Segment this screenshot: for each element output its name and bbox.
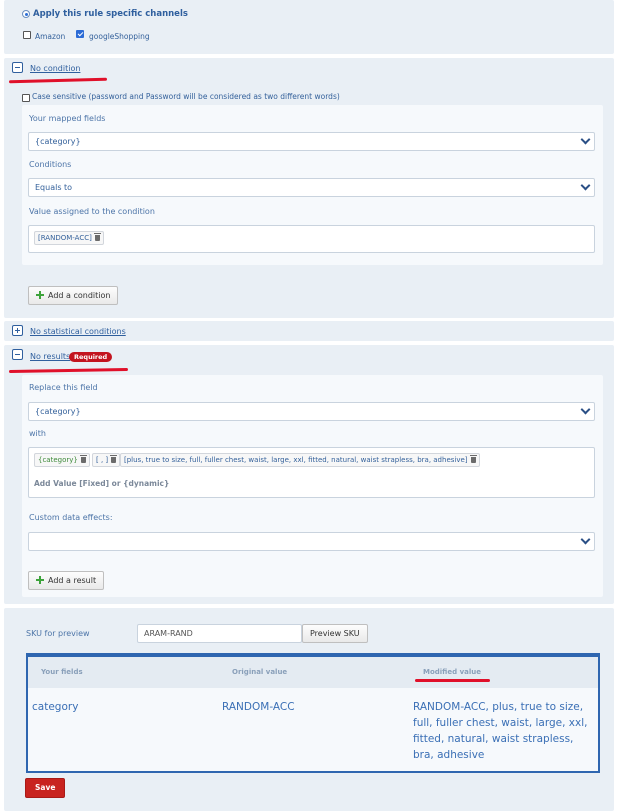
add-result-label: Add a result xyxy=(48,576,97,585)
trash-icon[interactable] xyxy=(110,455,118,463)
result-tag-separator-text: [ , ] xyxy=(96,456,109,464)
with-label: with xyxy=(29,429,46,438)
row-modified: RANDOM-ACC, plus, true to size, full, fu… xyxy=(413,701,588,761)
chevron-down-icon xyxy=(576,403,594,420)
results-fields-box: Replace this field {category} with {cate… xyxy=(22,375,603,597)
row-original: RANDOM-ACC xyxy=(222,701,295,713)
replace-field-value: {category} xyxy=(35,407,81,416)
save-button[interactable]: Save xyxy=(25,778,66,798)
collapse-results-icon[interactable] xyxy=(12,349,23,360)
condition-value-input[interactable]: [RANDOM-ACC] xyxy=(28,225,595,253)
apply-channels-radio[interactable] xyxy=(22,10,30,18)
googleshopping-label: googleShopping xyxy=(89,32,150,41)
add-value-placeholder[interactable]: Add Value [Fixed] or {dynamic} xyxy=(34,479,169,488)
sku-input-value: ARAM-RAND xyxy=(144,629,193,638)
preview-sku-button[interactable]: Preview SKU xyxy=(302,624,368,643)
modified-underline xyxy=(415,679,490,682)
chevron-down-icon xyxy=(576,533,594,550)
preview-table: Your fields Original value Modified valu… xyxy=(26,653,600,773)
preview-sku-label: Preview SKU xyxy=(310,629,360,638)
no-condition-toggle[interactable]: No condition xyxy=(30,64,80,73)
condition-operator-select[interactable]: Equals to xyxy=(28,178,595,197)
amazon-checkbox[interactable] xyxy=(23,31,31,39)
col-your-fields: Your fields xyxy=(41,668,83,676)
chevron-down-icon xyxy=(576,133,594,150)
value-tag-text: [RANDOM-ACC] xyxy=(38,234,92,242)
value-tag[interactable]: [RANDOM-ACC] xyxy=(34,231,104,245)
trash-icon[interactable] xyxy=(469,455,477,463)
col-original-value: Original value xyxy=(232,668,288,676)
no-statistical-toggle[interactable]: No statistical conditions xyxy=(30,327,126,336)
value-assigned-label: Value assigned to the condition xyxy=(29,207,155,216)
apply-channels-label: Apply this rule specific channels xyxy=(33,9,188,19)
result-tag-category[interactable]: {category} xyxy=(34,453,90,467)
result-value-input[interactable]: {category} [ , ] [plus, true to size, fu… xyxy=(28,447,595,498)
mapped-field-value: {category} xyxy=(35,137,81,146)
add-condition-button[interactable]: Add a condition xyxy=(28,286,119,305)
mapped-fields-label: Your mapped fields xyxy=(29,114,106,123)
save-label: Save xyxy=(35,783,56,792)
custom-effects-label: Custom data effects: xyxy=(29,513,113,522)
replace-field-label: Replace this field xyxy=(29,383,98,392)
condition-fields-box: Your mapped fields {category} Conditions… xyxy=(22,105,603,265)
mapped-field-select[interactable]: {category} xyxy=(28,132,595,151)
no-results-toggle[interactable]: No results xyxy=(30,352,70,361)
add-condition-label: Add a condition xyxy=(48,291,111,300)
conditions-label: Conditions xyxy=(29,160,72,169)
expand-statistical-icon[interactable] xyxy=(12,325,23,336)
result-tag-category-text: {category} xyxy=(38,456,78,464)
collapse-condition-icon[interactable] xyxy=(12,62,23,73)
replace-field-select[interactable]: {category} xyxy=(28,402,595,421)
required-badge: Required xyxy=(69,352,113,362)
condition-operator-value: Equals to xyxy=(35,183,73,192)
table-header: Your fields Original value Modified valu… xyxy=(28,657,598,688)
result-tag-list-text: [plus, true to size, full, fuller chest,… xyxy=(124,456,468,464)
channels-panel: Apply this rule specific channels Amazon… xyxy=(4,0,614,54)
amazon-label: Amazon xyxy=(35,32,66,41)
trash-icon[interactable] xyxy=(79,455,87,463)
add-result-button[interactable]: Add a result xyxy=(28,571,105,590)
chevron-down-icon xyxy=(576,179,594,196)
row-field: category xyxy=(32,701,79,713)
googleshopping-checkbox[interactable] xyxy=(76,30,84,38)
plus-icon xyxy=(36,576,44,584)
case-sensitive-checkbox[interactable] xyxy=(22,94,30,102)
case-sensitive-label: Case sensitive (password and Password wi… xyxy=(32,92,340,101)
col-modified-value: Modified value xyxy=(423,668,481,676)
custom-effects-select[interactable] xyxy=(28,532,595,551)
trash-icon[interactable] xyxy=(93,233,101,241)
plus-icon xyxy=(36,291,44,299)
result-tag-separator[interactable]: [ , ] xyxy=(92,453,121,467)
sku-preview-label: SKU for preview xyxy=(26,629,90,638)
sku-input[interactable]: ARAM-RAND xyxy=(137,624,302,643)
result-tag-list[interactable]: [plus, true to size, full, fuller chest,… xyxy=(120,453,480,467)
